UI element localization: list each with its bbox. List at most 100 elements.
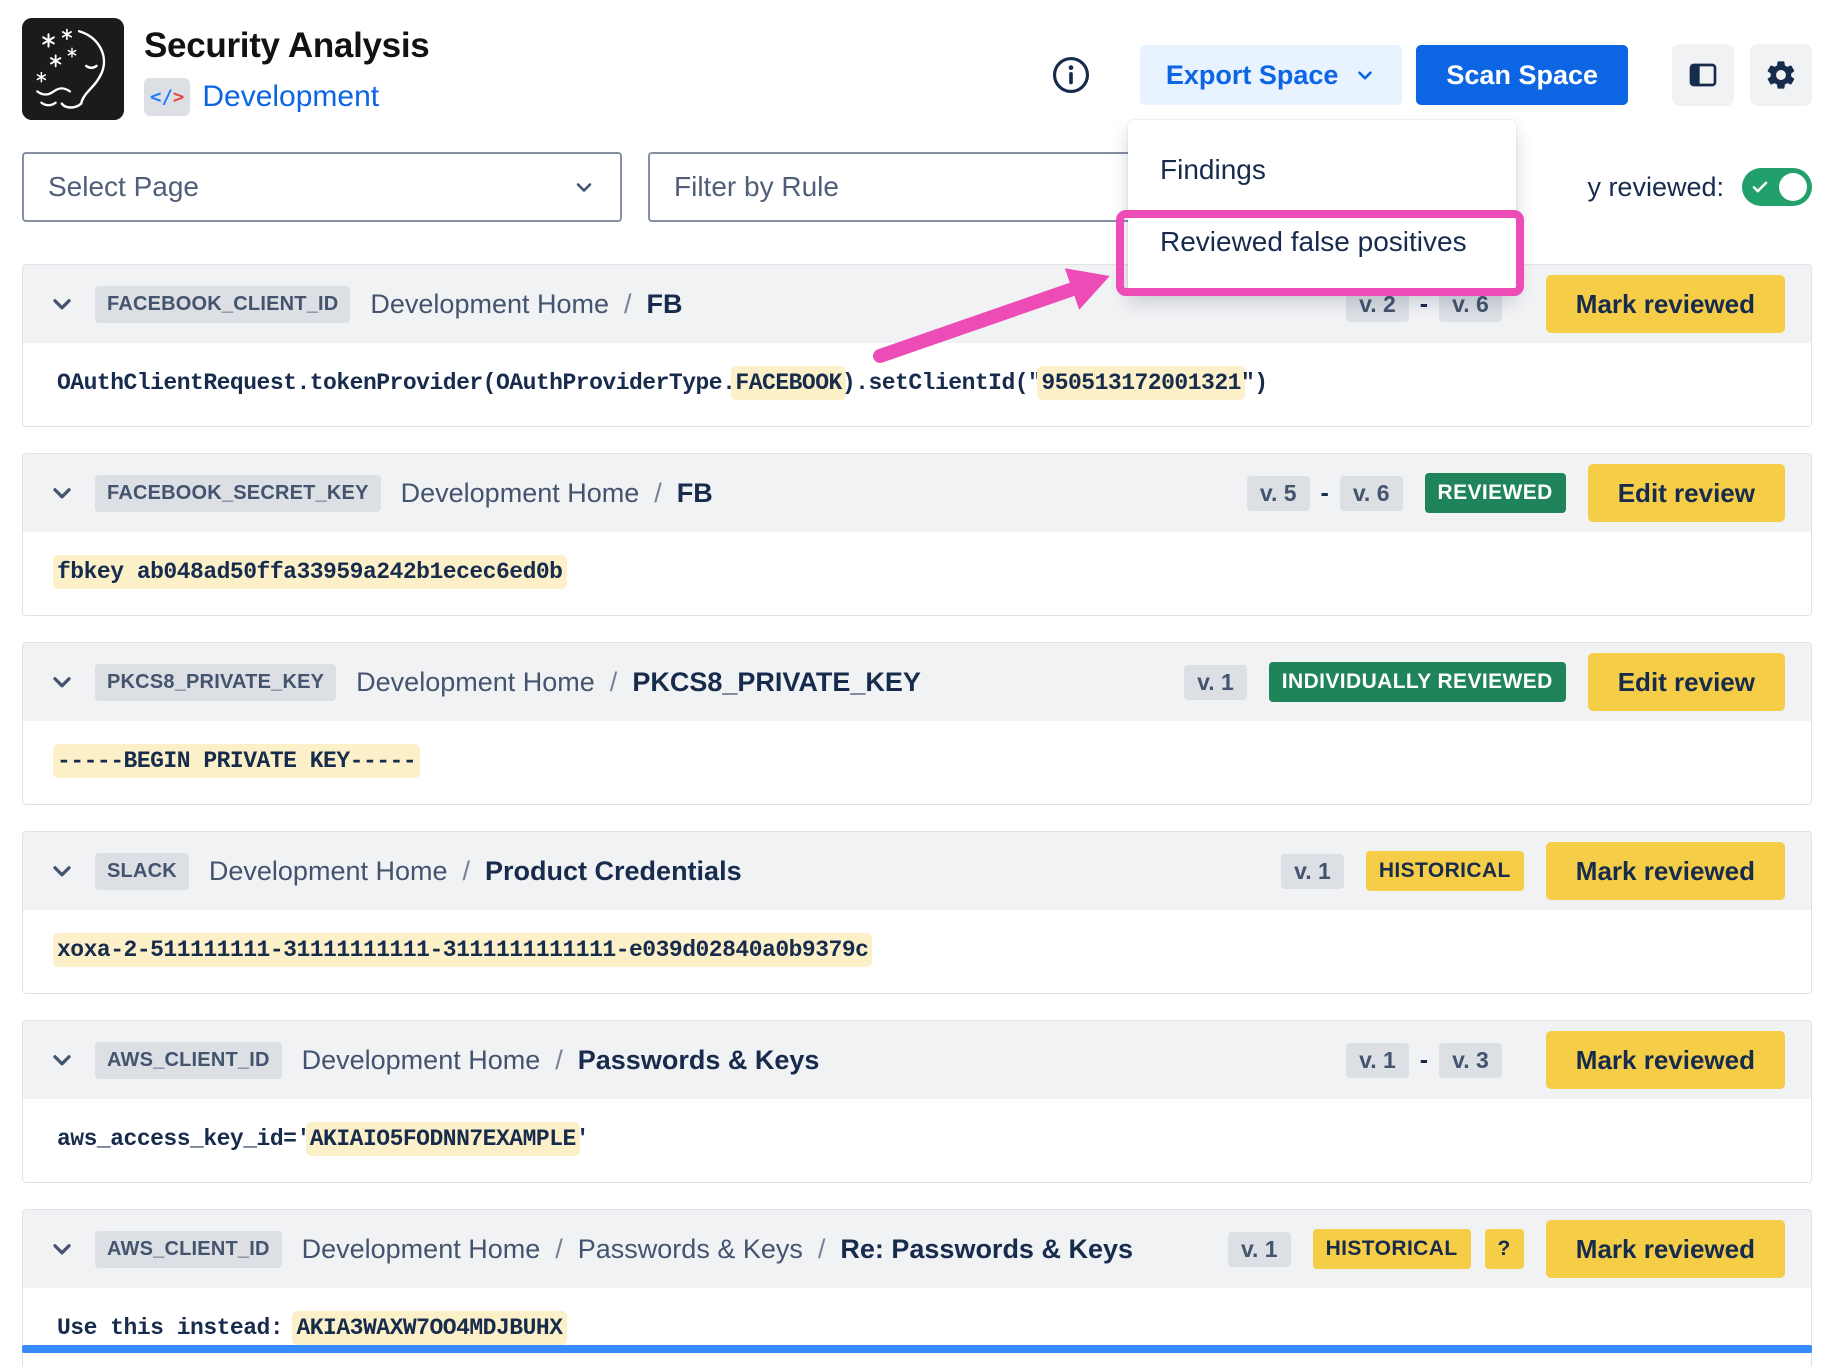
- version-badges: v. 1: [1281, 854, 1344, 889]
- info-icon[interactable]: [1050, 54, 1092, 96]
- breadcrumb-segment[interactable]: Development Home: [302, 1045, 541, 1076]
- action-button[interactable]: Mark reviewed: [1546, 842, 1785, 900]
- finding-code: xoxa-2-511111111-31111111111-31111111111…: [23, 910, 1811, 993]
- breadcrumb-segment[interactable]: FB: [677, 478, 713, 509]
- expand-button[interactable]: [49, 480, 75, 506]
- breadcrumb-segment[interactable]: Product Credentials: [485, 856, 742, 887]
- finding-header[interactable]: PKCS8_PRIVATE_KEY Development Home / PKCS8…: [23, 643, 1811, 721]
- layout-panel-button[interactable]: [1672, 44, 1734, 106]
- breadcrumb: Development Home/FB: [401, 478, 713, 509]
- finding-code: OAuthClientRequest.tokenProvider(OAuthPr…: [23, 343, 1811, 426]
- finding-header[interactable]: FACEBOOK_CLIENT_ID Development Home/FB v…: [23, 265, 1811, 343]
- breadcrumb-segment[interactable]: Passwords & Keys: [578, 1234, 803, 1265]
- finding-header-right: v. 1-v. 3 Mark reviewed: [1346, 1031, 1785, 1089]
- secret-highlight: AKIAIO5FODNN7EXAMPLE: [310, 1126, 576, 1152]
- space-row: </> Development: [144, 78, 429, 116]
- version-badge: v. 1: [1228, 1232, 1291, 1267]
- menu-item-findings[interactable]: Findings: [1128, 134, 1516, 206]
- version-range-dash: -: [1420, 1046, 1428, 1075]
- version-badge: v. 6: [1340, 476, 1403, 511]
- chevron-down-icon: [49, 291, 75, 317]
- finding-card: FACEBOOK_SECRET_KEY Development Home/FB …: [22, 453, 1812, 616]
- finding-header-right: v. 5-v. 6 REVIEWED Edit review: [1247, 464, 1785, 522]
- space-link[interactable]: Development: [202, 80, 379, 114]
- secret-highlight: FACEBOOK: [735, 370, 841, 396]
- code-text: aws_access_key_id=': [57, 1126, 310, 1152]
- finding-header-right: v. 1 HISTORICAL? Mark reviewed: [1228, 1220, 1785, 1278]
- status-badge: INDIVIDUALLY REVIEWED: [1269, 662, 1566, 702]
- breadcrumb-segment[interactable]: Development Home: [401, 478, 640, 509]
- breadcrumb-separator: /: [555, 1045, 563, 1076]
- code-snippet: aws_access_key_id='AKIAIO5FODNN7EXAMPLE': [57, 1126, 589, 1152]
- code-icon-right: >: [173, 86, 184, 108]
- breadcrumb-segment[interactable]: PKCS8_PRIVATE_KEY: [632, 667, 921, 698]
- action-button[interactable]: Mark reviewed: [1546, 1220, 1785, 1278]
- security-analysis-page: Security Analysis </> Development Export…: [0, 0, 1836, 1366]
- breadcrumb-segment[interactable]: Re: Passwords & Keys: [840, 1234, 1133, 1265]
- expand-button[interactable]: [49, 291, 75, 317]
- expand-button[interactable]: [49, 1047, 75, 1073]
- chevron-down-icon: [49, 1047, 75, 1073]
- breadcrumb: Development Home / Passwords & Keys: [302, 1045, 820, 1076]
- version-badges: v. 1: [1228, 1232, 1291, 1267]
- finding-header-right: v. 1 INDIVIDUALLY REVIEWED Edit review: [1184, 653, 1785, 711]
- version-badge: v. 1: [1281, 854, 1344, 889]
- breadcrumb-separator: /: [463, 856, 471, 887]
- version-range-dash: -: [1420, 290, 1428, 319]
- finding-card: FACEBOOK_CLIENT_ID Development Home/FB v…: [22, 264, 1812, 427]
- app-logo: [22, 18, 124, 120]
- menu-item-reviewed-false-positives[interactable]: Reviewed false positives: [1128, 206, 1516, 278]
- help-badge[interactable]: ?: [1485, 1229, 1524, 1269]
- secret-highlight: AKIA3WAXW7OO4MDJBUHX: [296, 1315, 562, 1341]
- select-page-dropdown[interactable]: Select Page: [22, 152, 622, 222]
- expand-button[interactable]: [49, 1236, 75, 1262]
- sidebar-layout-icon: [1687, 59, 1719, 91]
- export-space-button[interactable]: Export Space: [1140, 45, 1403, 105]
- chevron-down-icon: [572, 175, 596, 199]
- secret-highlight: 950513172001321: [1041, 370, 1241, 396]
- status-badges: REVIEWED: [1425, 473, 1566, 513]
- breadcrumb-segment[interactable]: FB: [647, 289, 683, 320]
- action-button[interactable]: Mark reviewed: [1546, 1031, 1785, 1089]
- action-button[interactable]: Edit review: [1588, 653, 1785, 711]
- breadcrumb-segment[interactable]: Development Home: [302, 1234, 541, 1265]
- status-badge: HISTORICAL: [1366, 851, 1524, 891]
- finding-code: -----BEGIN PRIVATE KEY-----: [23, 721, 1811, 804]
- expand-button[interactable]: [49, 669, 75, 695]
- code-text: Use this instead:: [57, 1315, 296, 1341]
- breadcrumb: Development Home / Product Credentials: [209, 856, 742, 887]
- scan-space-button[interactable]: Scan Space: [1416, 45, 1628, 105]
- status-badge: REVIEWED: [1425, 473, 1566, 513]
- reviewed-toggle[interactable]: [1742, 168, 1812, 206]
- chevron-down-icon: [1354, 64, 1376, 86]
- code-text: ).setClientId(": [842, 370, 1042, 396]
- export-menu: FindingsReviewed false positives: [1128, 120, 1516, 292]
- breadcrumb-separator: /: [610, 667, 618, 698]
- check-icon: [1751, 178, 1769, 196]
- select-page-placeholder: Select Page: [48, 171, 199, 203]
- code-icon: </>: [144, 78, 190, 116]
- code-snippet: Use this instead: AKIA3WAXW7OO4MDJBUHX: [57, 1315, 563, 1341]
- settings-button[interactable]: [1750, 44, 1812, 106]
- expand-button[interactable]: [49, 858, 75, 884]
- chevron-down-icon: [49, 858, 75, 884]
- export-space-label: Export Space: [1166, 60, 1339, 91]
- breadcrumb-segment[interactable]: Passwords & Keys: [578, 1045, 820, 1076]
- breadcrumb-segment[interactable]: Development Home: [356, 667, 595, 698]
- code-snippet: fbkey ab048ad50ffa33959a242b1ecec6ed0b: [57, 559, 563, 585]
- action-button[interactable]: Mark reviewed: [1546, 275, 1785, 333]
- finding-card: PKCS8_PRIVATE_KEY Development Home / PKCS8…: [22, 642, 1812, 805]
- breadcrumb-segment[interactable]: Development Home: [370, 289, 609, 320]
- code-snippet: OAuthClientRequest.tokenProvider(OAuthPr…: [57, 370, 1268, 396]
- action-button[interactable]: Edit review: [1588, 464, 1785, 522]
- finding-header[interactable]: FACEBOOK_SECRET_KEY Development Home/FB …: [23, 454, 1811, 532]
- finding-header[interactable]: AWS_CLIENT_ID Development Home/Passwords…: [23, 1210, 1811, 1288]
- finding-header[interactable]: SLACK Development Home/Product Credentia…: [23, 832, 1811, 910]
- filter-by-rule-placeholder: Filter by Rule: [674, 171, 839, 203]
- breadcrumb-separator: /: [818, 1234, 826, 1265]
- chevron-down-icon: [49, 1236, 75, 1262]
- finding-header[interactable]: AWS_CLIENT_ID Development Home/Passwords…: [23, 1021, 1811, 1099]
- breadcrumb-segment[interactable]: Development Home: [209, 856, 448, 887]
- breadcrumb: Development Home / PKCS8_PRIVATE_KEY: [356, 667, 921, 698]
- version-badge: v. 1: [1184, 665, 1247, 700]
